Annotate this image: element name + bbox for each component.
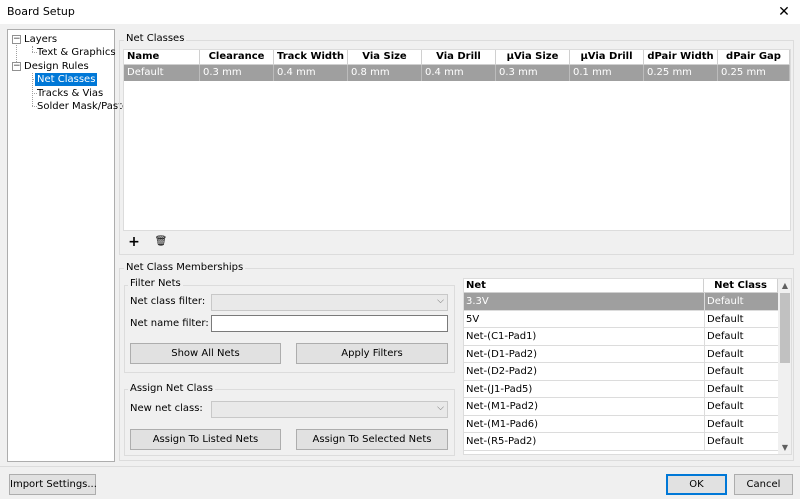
net-class-cell: Default bbox=[704, 310, 778, 328]
net-class-cell-via-drill[interactable]: 0.4 mm bbox=[422, 65, 496, 81]
tree-item-net-classes[interactable]: Net Classes bbox=[35, 73, 98, 86]
net-class-cell: Default bbox=[704, 328, 778, 345]
net-class-cell-via-size[interactable]: 0.8 mm bbox=[348, 65, 422, 81]
net-class-cell-dpair-width[interactable]: 0.25 mm bbox=[644, 65, 718, 81]
table-row[interactable]: Net-(C1-Pad1) Default bbox=[464, 328, 778, 346]
table-row[interactable]: Net-(M1-Pad2) Default bbox=[464, 398, 778, 416]
column-header-uvia-size[interactable]: μVia Size bbox=[496, 50, 570, 65]
chevron-down-icon: ⌵ bbox=[437, 296, 444, 306]
net-name-cell: Net-(D1-Pad2) bbox=[466, 348, 538, 360]
column-header-name[interactable]: Name bbox=[124, 50, 200, 65]
column-header-dpair-width[interactable]: dPair Width bbox=[644, 50, 718, 65]
add-net-class-icon[interactable]: + bbox=[126, 235, 142, 249]
collapse-design-rules-icon[interactable]: − bbox=[12, 62, 21, 71]
table-row[interactable]: 5V Default bbox=[464, 310, 778, 328]
filter-nets-group-label: Filter Nets bbox=[128, 278, 183, 289]
tree-item-layers[interactable]: Layers bbox=[24, 33, 57, 46]
apply-filters-button[interactable]: Apply Filters bbox=[296, 343, 448, 364]
title-bar bbox=[0, 0, 800, 24]
net-class-cell: Default bbox=[704, 398, 778, 415]
net-name-filter-label: Net name filter: bbox=[130, 318, 209, 329]
new-net-class-label: New net class: bbox=[130, 403, 203, 414]
scroll-up-icon[interactable]: ▲ bbox=[778, 279, 791, 292]
net-name-cell: 5V bbox=[466, 313, 480, 325]
net-name-cell: Net-(J1-Pad5) bbox=[466, 383, 533, 395]
scrollbar-thumb[interactable] bbox=[780, 293, 790, 363]
column-header-net-class[interactable]: Net Class bbox=[704, 279, 778, 293]
vertical-scrollbar[interactable]: ▲ ▼ bbox=[778, 279, 791, 454]
net-class-cell-dpair-gap[interactable]: 0.25 mm bbox=[718, 65, 790, 81]
net-class-cell: Default bbox=[704, 345, 778, 363]
close-icon[interactable]: ✕ bbox=[772, 2, 796, 22]
column-header-via-size[interactable]: Via Size bbox=[348, 50, 422, 65]
column-header-clearance[interactable]: Clearance bbox=[200, 50, 274, 65]
column-header-dpair-gap[interactable]: dPair Gap bbox=[718, 50, 790, 65]
net-name-filter-input[interactable] bbox=[211, 315, 448, 332]
assign-to-listed-nets-button[interactable]: Assign To Listed Nets bbox=[130, 429, 281, 450]
net-class-cell: Default bbox=[704, 433, 778, 450]
net-class-filter-dropdown[interactable]: ⌵ bbox=[211, 294, 448, 311]
column-header-net[interactable]: Net bbox=[464, 279, 704, 293]
nets-table: Net Net Class 3.3V Default 5V Default Net-(C… bbox=[463, 278, 792, 455]
column-header-uvia-drill[interactable]: μVia Drill bbox=[570, 50, 644, 65]
collapse-layers-icon[interactable]: − bbox=[12, 35, 21, 44]
net-name-cell: Net-(M1-Pad2) bbox=[466, 401, 538, 412]
tree-item-tracks-vias[interactable]: Tracks & Vias bbox=[37, 87, 103, 100]
net-class-filter-label: Net class filter: bbox=[130, 296, 206, 307]
memberships-group-label: Net Class Memberships bbox=[124, 262, 246, 273]
table-row[interactable]: Net-(R5-Pad2) Default bbox=[464, 433, 778, 451]
table-row[interactable]: Net-(D2-Pad2) Default bbox=[464, 363, 778, 381]
net-class-cell-track-width[interactable]: 0.4 mm bbox=[274, 65, 348, 81]
table-row[interactable]: Net-(D1-Pad2) Default bbox=[464, 345, 778, 363]
window-title: Board Setup bbox=[7, 5, 75, 18]
net-class-cell: Default bbox=[704, 363, 778, 380]
net-class-cell: Default bbox=[704, 293, 778, 310]
tree-item-solder-mask[interactable]: Solder Mask/Paste bbox=[37, 100, 128, 113]
table-row[interactable]: 3.3V Default bbox=[464, 293, 778, 311]
net-classes-table: Name Clearance Track Width Via Size Via … bbox=[123, 49, 791, 231]
tree-item-design-rules[interactable]: Design Rules bbox=[24, 60, 89, 73]
net-class-cell: Default bbox=[704, 415, 778, 433]
net-name-cell: 3.3V bbox=[466, 296, 489, 307]
net-class-cell-uvia-size[interactable]: 0.3 mm bbox=[496, 65, 570, 81]
net-name-cell: Net-(D2-Pad2) bbox=[466, 366, 538, 377]
delete-net-class-icon[interactable]: 🗑 bbox=[153, 235, 169, 249]
net-class-cell-name[interactable]: Default bbox=[124, 65, 200, 81]
assign-net-class-group-label: Assign Net Class bbox=[128, 383, 215, 394]
table-row[interactable]: Net-(M1-Pad6) Default bbox=[464, 415, 778, 433]
column-header-track-width[interactable]: Track Width bbox=[274, 50, 348, 65]
net-name-cell: Net-(R5-Pad2) bbox=[466, 436, 537, 447]
tree-connector bbox=[32, 73, 33, 106]
net-name-cell: Net-(M1-Pad6) bbox=[466, 418, 538, 430]
chevron-down-icon: ⌵ bbox=[437, 403, 444, 413]
net-class-cell: Default bbox=[704, 380, 778, 398]
net-class-cell-clearance[interactable]: 0.3 mm bbox=[200, 65, 274, 81]
column-header-via-drill[interactable]: Via Drill bbox=[422, 50, 496, 65]
show-all-nets-button[interactable]: Show All Nets bbox=[130, 343, 281, 364]
cancel-button[interactable]: Cancel bbox=[734, 474, 793, 495]
assign-to-selected-nets-button[interactable]: Assign To Selected Nets bbox=[296, 429, 448, 450]
net-name-cell: Net-(C1-Pad1) bbox=[466, 331, 537, 342]
table-row[interactable]: Net-(J1-Pad5) Default bbox=[464, 380, 778, 398]
new-net-class-dropdown[interactable]: ⌵ bbox=[211, 401, 448, 418]
ok-button[interactable]: OK bbox=[666, 474, 727, 495]
net-classes-group-label: Net Classes bbox=[124, 33, 187, 44]
settings-tree: − Layers Text & Graphics − Design Rules … bbox=[7, 29, 128, 462]
footer-divider bbox=[0, 466, 800, 467]
tree-item-text-graphics[interactable]: Text & Graphics bbox=[37, 46, 116, 59]
net-class-cell-uvia-drill[interactable]: 0.1 mm bbox=[570, 65, 644, 81]
scroll-down-icon[interactable]: ▼ bbox=[778, 441, 791, 454]
import-settings-button[interactable]: Import Settings... bbox=[9, 474, 97, 495]
